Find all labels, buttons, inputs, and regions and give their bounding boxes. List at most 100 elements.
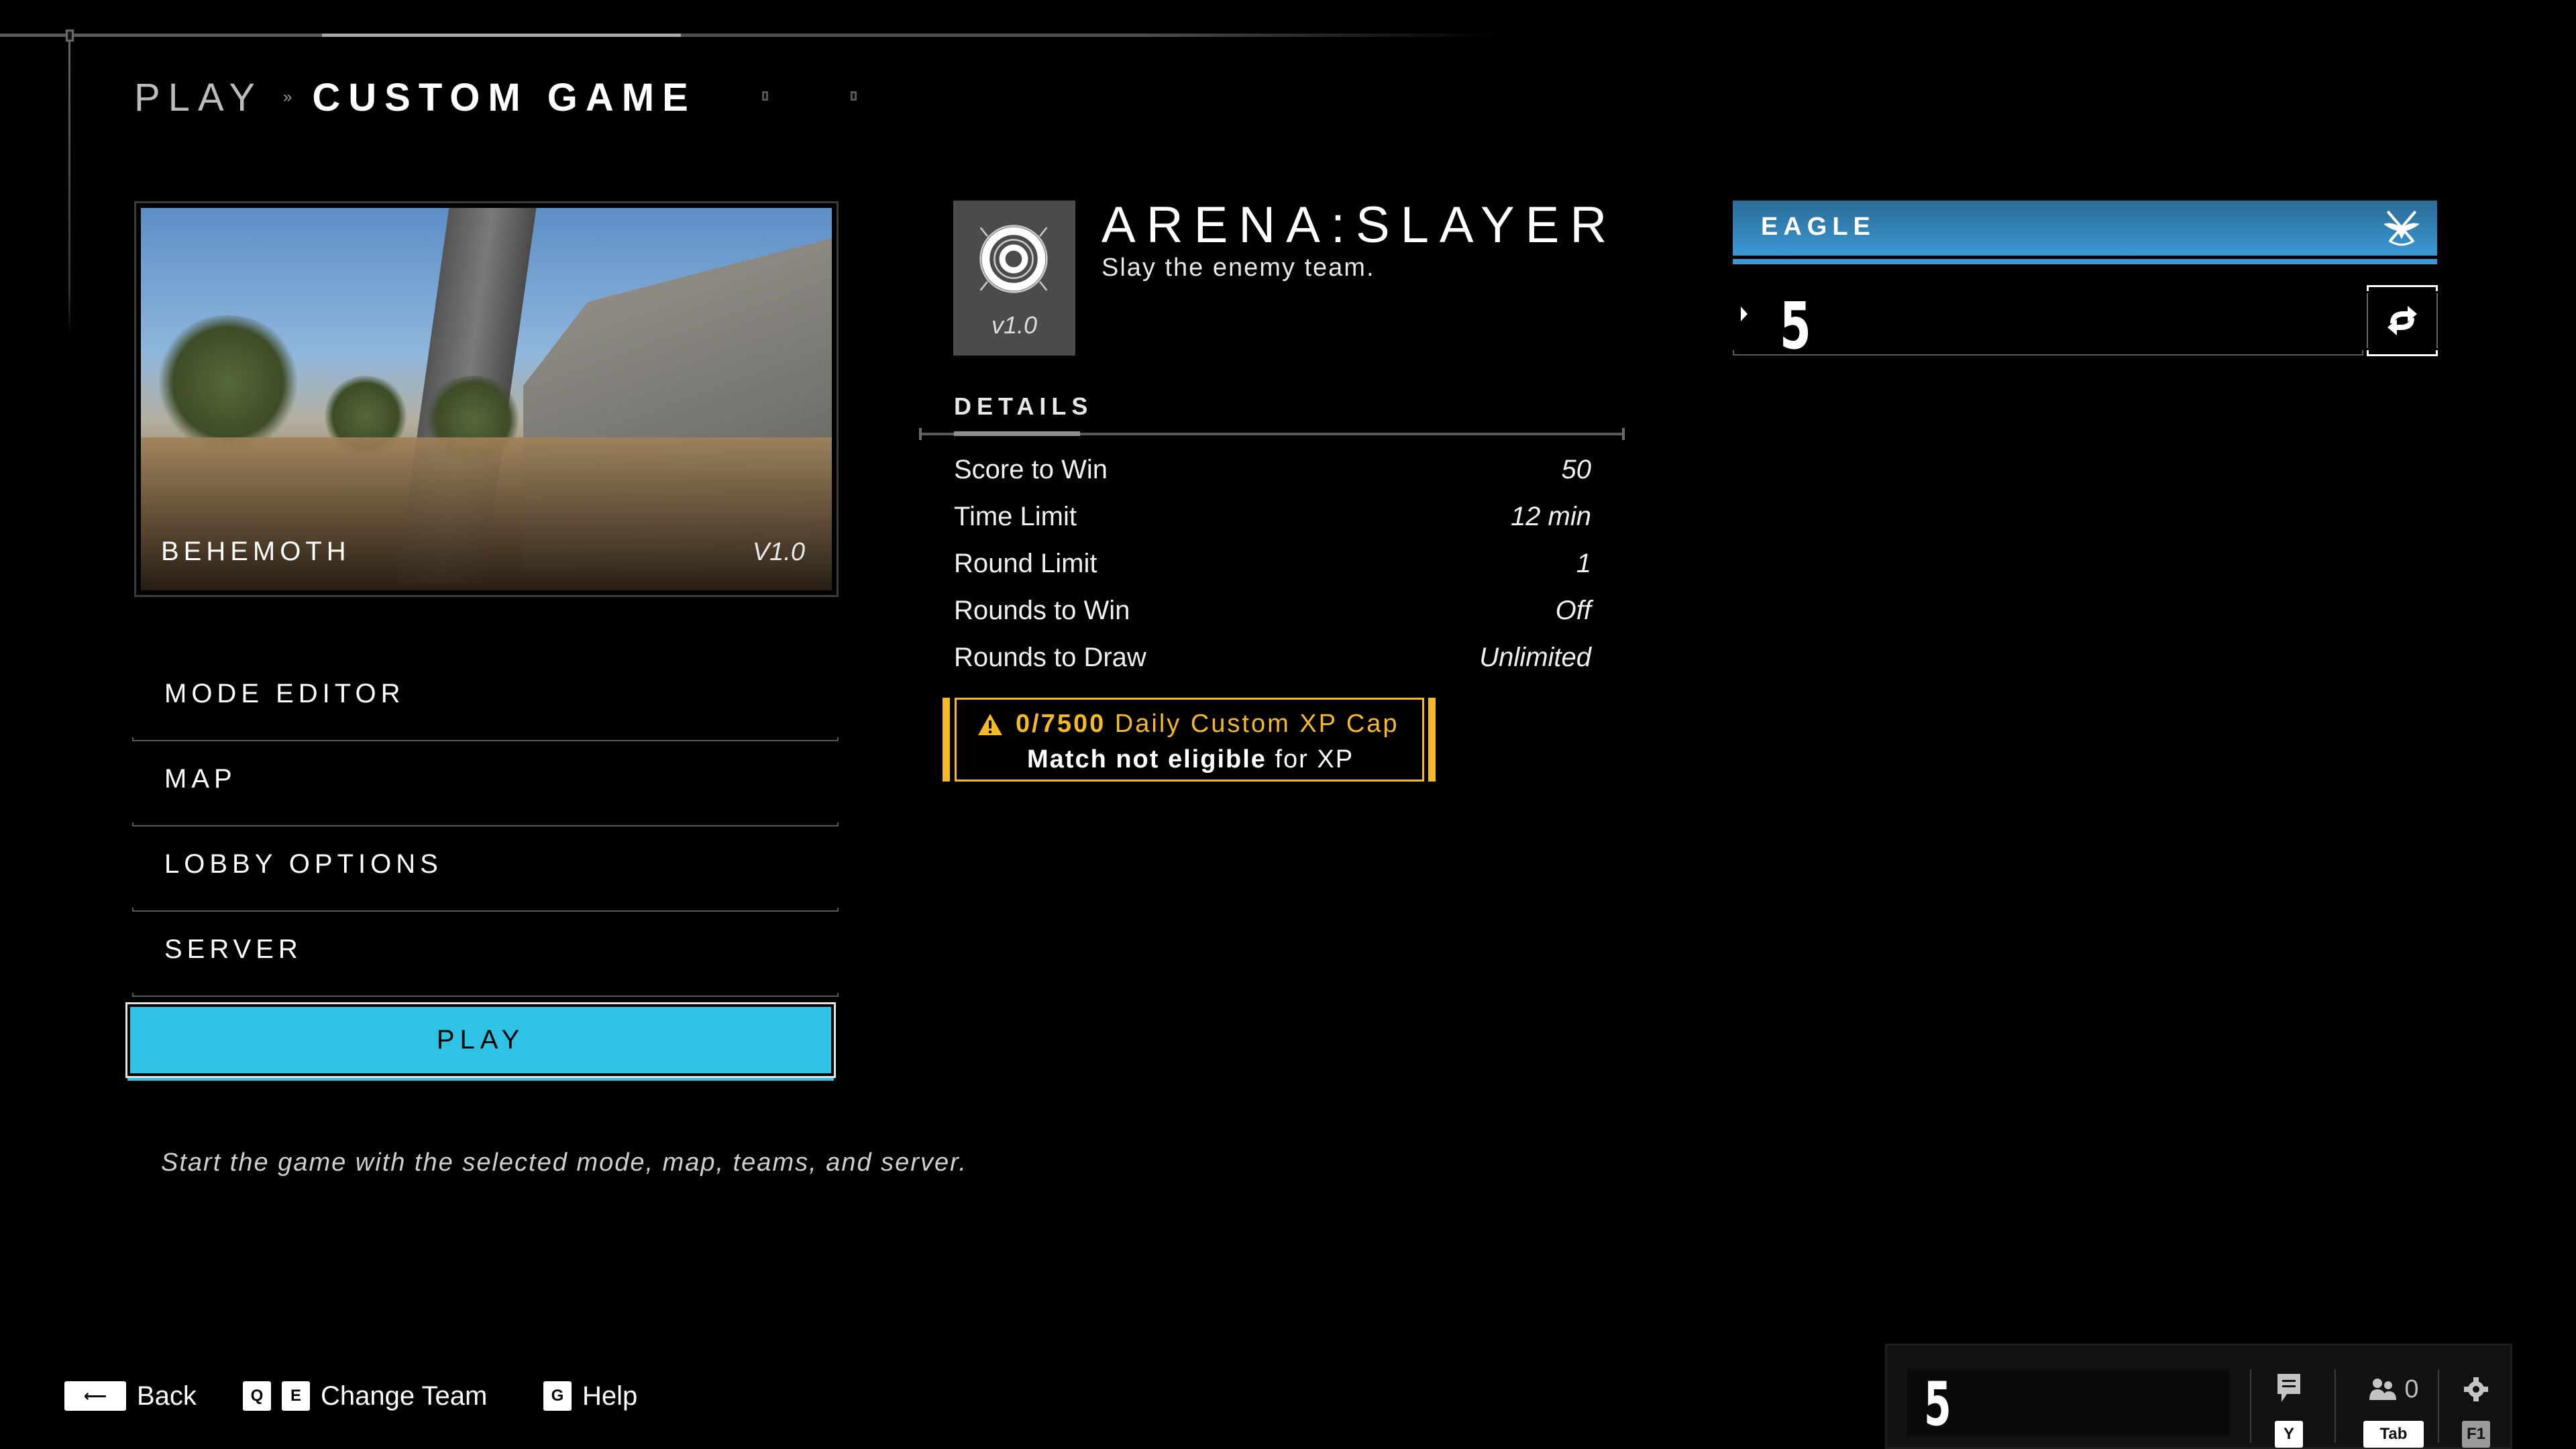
g-key: G	[543, 1381, 572, 1411]
chat-icon	[2277, 1374, 2300, 1402]
detail-label: Round Limit	[954, 548, 1097, 578]
hint-label: Help	[582, 1381, 638, 1411]
chevron-right-icon: »	[283, 88, 292, 106]
left-frame-line	[68, 40, 70, 335]
button-bracket	[2367, 285, 2438, 291]
hint-change-team[interactable]: Q E Change Team	[243, 1381, 487, 1411]
caret-right-icon	[1741, 307, 1748, 321]
party-key: Tab	[2363, 1421, 2424, 1448]
play-button[interactable]: PLAY	[125, 1002, 836, 1078]
gear-icon	[2464, 1377, 2488, 1401]
map-ground	[141, 437, 832, 590]
warning-icon	[978, 713, 1002, 735]
widget-divider	[2438, 1369, 2439, 1443]
hint-label: Back	[137, 1381, 197, 1411]
menu-divider	[132, 993, 839, 997]
breadcrumb: PLAY » CUSTOM GAME	[134, 70, 696, 124]
detail-value: 50	[1561, 454, 1592, 484]
button-side	[2367, 293, 2368, 348]
menu-divider	[132, 822, 839, 826]
detail-label: Rounds to Win	[954, 595, 1130, 625]
mode-version: v1.0	[991, 311, 1038, 339]
detail-row: Rounds to Draw Unlimited	[954, 637, 1591, 678]
party-count: 0	[2404, 1375, 2419, 1403]
player-row-divider	[1733, 350, 2363, 356]
team-color-bar	[1733, 259, 2437, 264]
widget-divider	[2334, 1369, 2336, 1443]
xp-notice-accent	[1428, 698, 1436, 782]
menu-item-mode-editor[interactable]: MODE EDITOR	[132, 657, 839, 741]
map-palm	[154, 315, 302, 449]
play-button-label: PLAY	[436, 1025, 525, 1055]
detail-value: 12 min	[1510, 501, 1591, 531]
detail-label: Score to Win	[954, 454, 1108, 484]
player-emblem: 5	[1924, 1369, 1951, 1440]
hint-back[interactable]: ⟵ Back	[64, 1381, 197, 1411]
menu-divider	[132, 737, 839, 741]
xp-notice-accent	[943, 698, 950, 782]
button-side	[2436, 293, 2438, 348]
xp-notice: 0/7500 Daily Custom XP Cap Match not eli…	[955, 698, 1424, 782]
team-name: EAGLE	[1761, 213, 1876, 241]
swap-team-icon	[2387, 306, 2417, 335]
party-button[interactable]: 0 Tab	[2363, 1373, 2424, 1448]
settings-key: F1	[2462, 1421, 2490, 1448]
menu-item-label: MAP	[164, 764, 237, 794]
back-key: ⟵	[64, 1381, 126, 1411]
detail-row: Score to Win 50	[954, 449, 1591, 490]
xp-eligibility-status: Match not eligible	[1027, 745, 1267, 773]
menu-item-label: SERVER	[164, 934, 303, 964]
map-name: BEHEMOTH	[161, 537, 351, 566]
play-button-underline	[127, 1078, 834, 1081]
detail-value: Unlimited	[1479, 642, 1591, 672]
eagle-swords-emblem-icon	[2383, 210, 2420, 246]
status-widget: 5 Y 0 Tab F1	[1885, 1344, 2512, 1449]
detail-value: Off	[1555, 595, 1591, 625]
menu-description: Start the game with the selected mode, m…	[161, 1148, 967, 1177]
slayer-target-icon	[979, 225, 1048, 293]
hint-label: Change Team	[321, 1381, 488, 1411]
hint-help[interactable]: G Help	[543, 1381, 637, 1411]
header-indicator-dot	[762, 91, 768, 101]
xp-progress: 0/7500	[1016, 710, 1106, 738]
button-bracket	[2367, 350, 2438, 356]
mode-card[interactable]: v1.0	[953, 201, 1075, 356]
player-row[interactable]: 5	[1733, 268, 2363, 364]
details-tab-indicator	[954, 431, 1080, 436]
chat-button[interactable]: Y	[2275, 1373, 2303, 1448]
widget-divider	[2250, 1369, 2251, 1443]
xp-eligibility-suffix: for XP	[1275, 745, 1354, 773]
menu-item-server[interactable]: SERVER	[132, 913, 839, 997]
divider-cap	[919, 428, 922, 440]
map-card[interactable]: BEHEMOTH V1.0	[134, 201, 839, 597]
menu-item-lobby-options[interactable]: LOBBY OPTIONS	[132, 828, 839, 912]
status-player-card[interactable]: 5	[1907, 1369, 2229, 1436]
detail-row: Time Limit 12 min	[954, 496, 1591, 537]
q-key: Q	[243, 1381, 271, 1411]
menu-item-map[interactable]: MAP	[132, 743, 839, 826]
mode-title: ARENA:SLAYER	[1102, 197, 1618, 254]
menu-item-label: LOBBY OPTIONS	[164, 849, 443, 879]
mode-subtitle: Slay the enemy team.	[1102, 254, 1375, 282]
details-tab[interactable]: DETAILS	[954, 392, 1093, 421]
player-emblem: 5	[1780, 288, 1811, 364]
detail-label: Time Limit	[954, 501, 1077, 531]
xp-cap-label: Daily Custom XP Cap	[1114, 710, 1399, 738]
detail-label: Rounds to Draw	[954, 642, 1146, 672]
chat-key: Y	[2275, 1421, 2303, 1448]
settings-button[interactable]: F1	[2462, 1373, 2490, 1448]
detail-row: Rounds to Win Off	[954, 590, 1591, 631]
breadcrumb-root[interactable]: PLAY	[134, 75, 263, 120]
detail-value: 1	[1576, 548, 1591, 578]
swap-team-button[interactable]	[2367, 285, 2438, 356]
divider-cap	[1622, 428, 1625, 440]
detail-row: Round Limit 1	[954, 543, 1591, 584]
top-progress-line	[0, 34, 1496, 37]
menu-item-label: MODE EDITOR	[164, 679, 405, 708]
menu-divider	[132, 908, 839, 912]
team-header: EAGLE	[1733, 201, 2437, 256]
party-icon	[2369, 1379, 2397, 1400]
map-preview-image: BEHEMOTH V1.0	[141, 208, 832, 590]
map-version: V1.0	[752, 538, 805, 566]
header-indicator-dot	[851, 91, 857, 101]
